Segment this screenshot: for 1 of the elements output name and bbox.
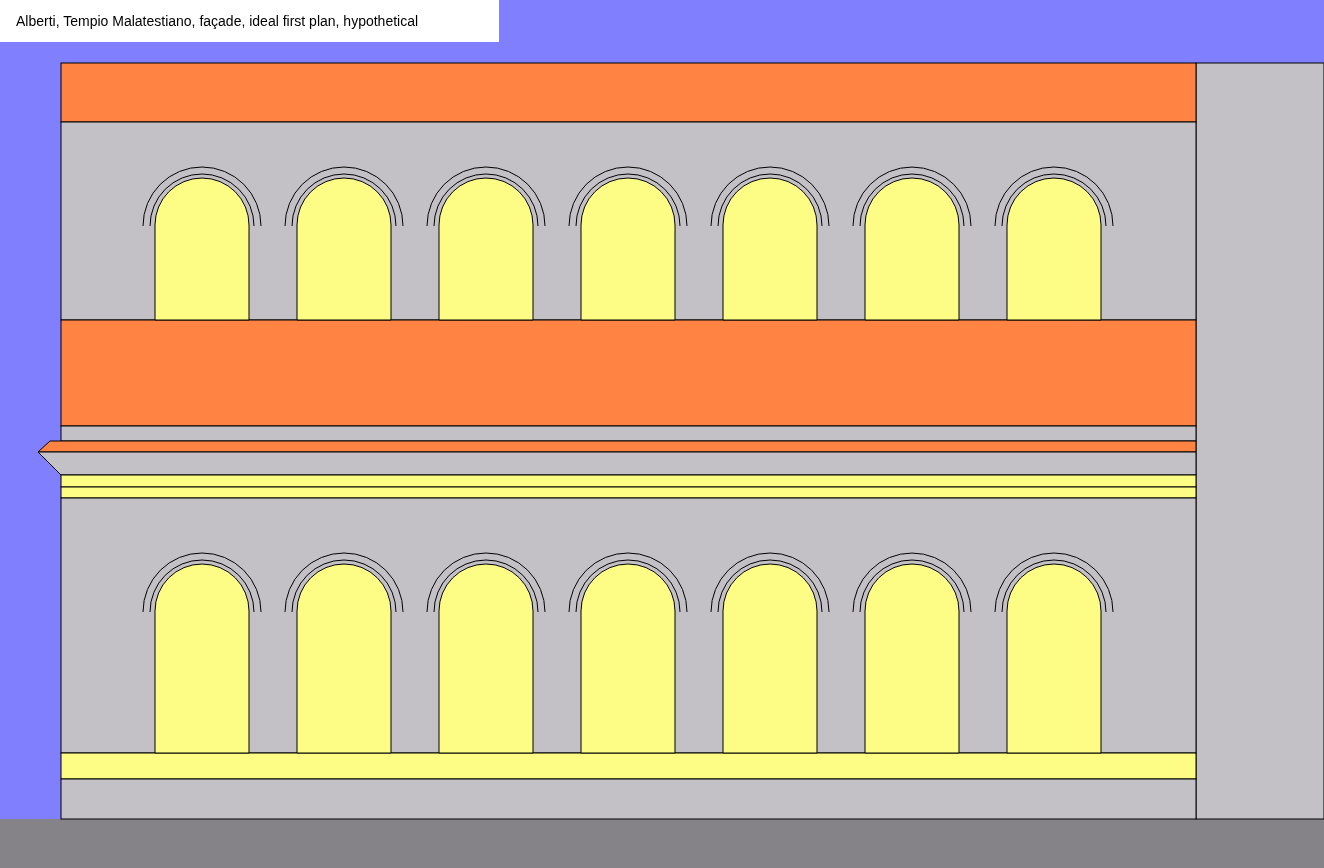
image-caption: Alberti, Tempio Malatestiano, façade, ideal first plan, hypothetical [0, 0, 499, 42]
